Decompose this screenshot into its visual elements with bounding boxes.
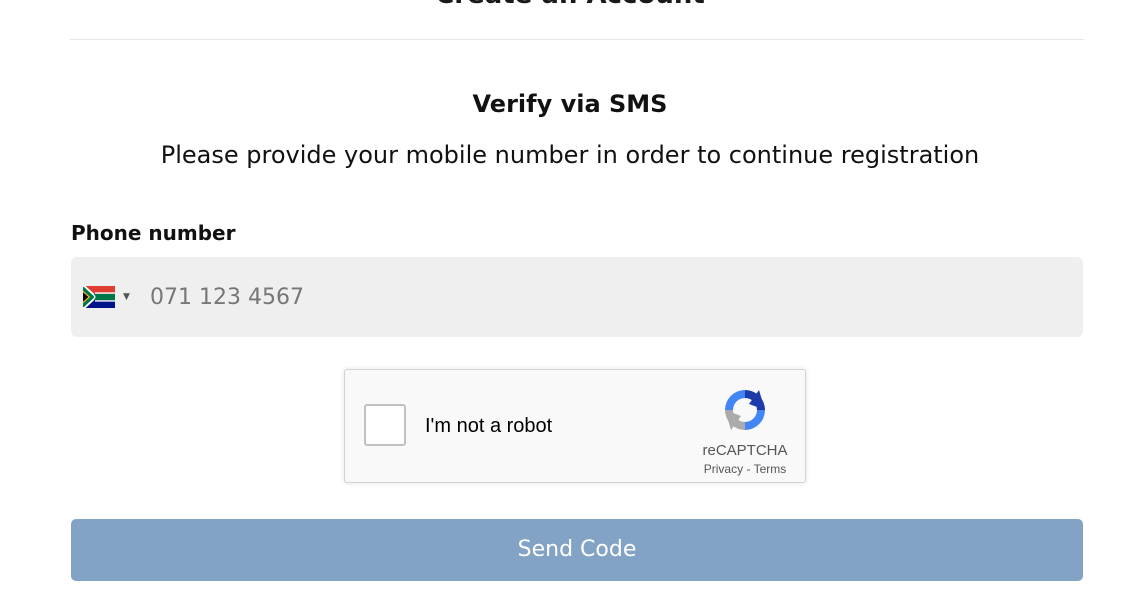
phone-number-label: Phone number — [71, 221, 236, 245]
header-divider — [70, 39, 1084, 40]
recaptcha-brand: reCAPTCHA — [702, 442, 788, 459]
phone-number-field: ▼ — [71, 257, 1083, 337]
recaptcha-terms-link[interactable]: Terms — [754, 462, 787, 476]
send-code-button[interactable]: Send Code — [71, 519, 1083, 581]
recaptcha-checkbox-label: I'm not a robot — [425, 415, 553, 437]
recaptcha-privacy-link[interactable]: Privacy — [704, 462, 743, 476]
country-code-select[interactable]: ▼ — [83, 286, 130, 308]
phone-number-input[interactable] — [150, 279, 1050, 315]
recaptcha-checkbox[interactable] — [364, 404, 406, 446]
south-africa-flag-icon — [83, 286, 115, 308]
recaptcha-widget: I'm not a robot reCAPTCHA Privacy - Term… — [344, 369, 806, 483]
verify-heading: Verify via SMS — [472, 90, 668, 118]
page-title: Create an Account — [0, 0, 1140, 10]
recaptcha-logo-icon — [725, 390, 765, 430]
verify-description: Please provide your mobile number in ord… — [160, 141, 980, 169]
registration-page: Create an Account Verify via SMS Please … — [0, 0, 1140, 595]
recaptcha-link-separator: - — [746, 462, 751, 476]
caret-down-icon: ▼ — [123, 291, 130, 302]
recaptcha-links: Privacy - Terms — [685, 462, 805, 476]
